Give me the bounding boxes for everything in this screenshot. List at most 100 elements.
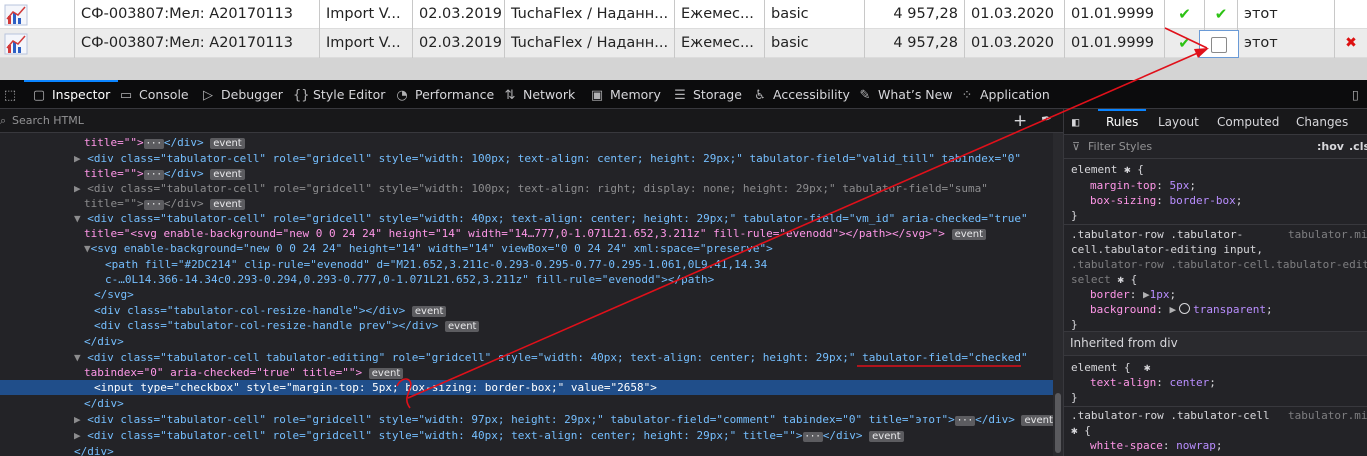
delete-icon[interactable]: ✖	[1345, 35, 1357, 51]
invoice-cell[interactable]: СФ-003807:Мел: А20170113	[75, 29, 320, 58]
scrollbar-thumb[interactable]	[1055, 393, 1061, 453]
event-badge[interactable]: event	[445, 321, 480, 332]
comment-cell[interactable]: этот	[1238, 29, 1335, 58]
property-name[interactable]: box-sizing	[1090, 194, 1156, 207]
markup-line[interactable]: ▶ <div class="tabulator-cell" role="grid…	[0, 412, 1053, 427]
highlight-icon[interactable]: ✱	[1117, 273, 1124, 286]
markup-line[interactable]: tabindex="0" aria-checked="true" title="…	[0, 365, 1053, 380]
vm-cell[interactable]: ✔	[1165, 0, 1205, 29]
valid-from-cell[interactable]: 01.03.2020	[965, 29, 1065, 58]
html-search-bar[interactable]: ⌕ Search HTML	[0, 109, 1063, 133]
period-cell[interactable]: Ежемес...	[675, 29, 765, 58]
client-cell[interactable]: TuchaFlex / Наданн...	[505, 29, 675, 58]
search-input[interactable]: Search HTML	[12, 109, 84, 133]
tab-changes[interactable]: Changes	[1296, 109, 1348, 135]
event-badge[interactable]: event	[210, 169, 245, 180]
expand-dots[interactable]: ···	[802, 432, 823, 442]
property-name[interactable]: white-space	[1090, 439, 1163, 452]
tab-memory[interactable]: ▣ Memory	[590, 80, 661, 109]
color-swatch[interactable]	[1179, 303, 1191, 314]
tab-debugger[interactable]: ▷ Debugger	[201, 80, 283, 109]
event-badge[interactable]: event	[411, 306, 447, 317]
comment-cell[interactable]: этот	[1238, 0, 1335, 29]
valid-till-cell[interactable]: 01.01.9999	[1065, 29, 1165, 58]
markup-line[interactable]: c-…0L14.366-14.34c0.293-0.294,0.293-0.77…	[0, 272, 1053, 287]
markup-line[interactable]: </div>	[0, 444, 1053, 456]
collapse-triangle-icon[interactable]: ▼	[84, 242, 91, 255]
expand-triangle-icon[interactable]: ▶	[74, 182, 81, 195]
markup-line[interactable]: ▶ <div class="tabulator-cell" role="grid…	[0, 181, 1053, 196]
tab-storage[interactable]: ☰ Storage	[673, 80, 742, 109]
markup-line[interactable]: </div>	[0, 334, 1053, 349]
hov-button[interactable]: :hov	[1317, 135, 1344, 159]
tab-inspector[interactable]: ▢ Inspector	[23, 80, 119, 109]
property-name[interactable]: background	[1090, 303, 1156, 316]
date-cell[interactable]: 02.03.2019	[413, 0, 505, 29]
valid-till-cell[interactable]: 01.01.9999	[1065, 0, 1165, 29]
rule-selector[interactable]: cell.tabulator-editing input,	[1071, 242, 1263, 257]
date-cell[interactable]: 02.03.2019	[413, 29, 505, 58]
markup-line[interactable]: <path fill="#2DC214" clip-rule="evenodd"…	[0, 257, 1053, 272]
rule-selector[interactable]: .tabulator-row .tabulator-cell.tabulator…	[1071, 257, 1367, 272]
toggle-sidebar-icon[interactable]: ◧	[1072, 109, 1079, 135]
expand-dots[interactable]: ···	[143, 170, 164, 180]
event-badge[interactable]: event	[368, 368, 404, 379]
selected-markup-line[interactable]: <input type="checkbox" style="margin-top…	[0, 380, 1053, 395]
event-badge[interactable]: event	[1021, 415, 1053, 426]
tab-accessibility[interactable]: ♿ Accessibility	[753, 80, 850, 109]
tab-layout[interactable]: Layout	[1158, 109, 1199, 135]
tab-network[interactable]: ⇅ Network	[503, 80, 576, 109]
tab-application[interactable]: ⁘ Application	[960, 80, 1050, 109]
highlight-icon[interactable]: ✱	[1144, 361, 1151, 374]
expand-triangle-icon[interactable]: ▶	[74, 152, 81, 165]
import-cell[interactable]: Import V...	[320, 29, 413, 58]
property-value[interactable]: border-box	[1169, 194, 1235, 207]
event-badge[interactable]: event	[951, 229, 987, 240]
period-cell[interactable]: Ежемес...	[675, 0, 765, 29]
property-value[interactable]: 1px	[1150, 288, 1170, 301]
markup-line[interactable]: title=""> ··· </div> event	[0, 196, 1053, 211]
markup-line[interactable]: ▼<svg enable-background="new 0 0 24 24" …	[0, 241, 1053, 256]
declaration[interactable]: background: ▶ transparent;	[1090, 302, 1273, 317]
declaration[interactable]: border: ▶1px;	[1090, 287, 1176, 302]
markup-line[interactable]: ▶ <div class="tabulator-cell" role="grid…	[0, 428, 1053, 443]
tab-rules[interactable]: Rules	[1097, 109, 1147, 135]
tab-performance[interactable]: ◔ Performance	[395, 80, 494, 109]
markup-line[interactable]: </svg>	[0, 287, 1053, 302]
highlight-icon[interactable]: ✱	[1071, 424, 1078, 437]
tab-computed[interactable]: Computed	[1217, 109, 1279, 135]
rule-selector[interactable]: .tabulator-row .tabulator-cell	[1071, 408, 1270, 423]
markup-line[interactable]: title="<svg enable-background="new 0 0 2…	[0, 226, 1053, 241]
filter-styles-bar[interactable]: ⊽ Filter Styles :hov .cls	[1064, 135, 1367, 159]
property-value[interactable]: 5px	[1169, 179, 1189, 192]
markup-scrollbar[interactable]	[1053, 133, 1063, 456]
table-row[interactable]: СФ-003807:Мел: А20170113 Import V... 02.…	[0, 0, 1367, 29]
checked-editor[interactable]	[1199, 30, 1239, 58]
declaration[interactable]: white-space: nowrap;	[1090, 438, 1222, 453]
checked-cell[interactable]: ✔	[1205, 0, 1238, 29]
markup-line[interactable]: <div class="tabulator-col-resize-handle"…	[0, 303, 1053, 318]
tab-style-editor[interactable]: {} Style Editor	[293, 80, 385, 109]
expand-dots[interactable]: ···	[143, 139, 164, 149]
sum-cell[interactable]: 4 957,28	[865, 0, 965, 29]
property-value[interactable]: center	[1169, 376, 1209, 389]
declaration[interactable]: text-align: center;	[1090, 375, 1216, 390]
property-name[interactable]: margin-top	[1090, 179, 1156, 192]
expand-triangle-icon[interactable]: ▶	[1143, 288, 1150, 301]
property-value[interactable]: transparent	[1193, 303, 1266, 316]
event-badge[interactable]: event	[869, 431, 904, 442]
stylesheet-link[interactable]: tabulator.mi	[1288, 227, 1367, 242]
delete-cell[interactable]	[1335, 0, 1367, 29]
markup-line[interactable]: ▼ <div class="tabulator-cell tabulator-e…	[0, 350, 1053, 365]
checkbox[interactable]	[1211, 37, 1227, 53]
markup-line[interactable]: </div>	[0, 396, 1053, 411]
collapse-triangle-icon[interactable]: ▼	[74, 351, 81, 364]
element-picker[interactable]: ⬚	[3, 80, 21, 109]
picker-icon[interactable]: ⬚	[3, 81, 17, 110]
tab-whats-new[interactable]: ✎ What’s New	[858, 80, 953, 109]
invoice-cell[interactable]: СФ-003807:Мел: А20170113	[75, 0, 320, 29]
import-cell[interactable]: Import V...	[320, 0, 413, 29]
filter-styles-input[interactable]: Filter Styles	[1088, 135, 1152, 159]
markup-line[interactable]: ▼ <div class="tabulator-cell" role="grid…	[0, 211, 1053, 226]
sum-cell[interactable]: 4 957,28	[865, 29, 965, 58]
